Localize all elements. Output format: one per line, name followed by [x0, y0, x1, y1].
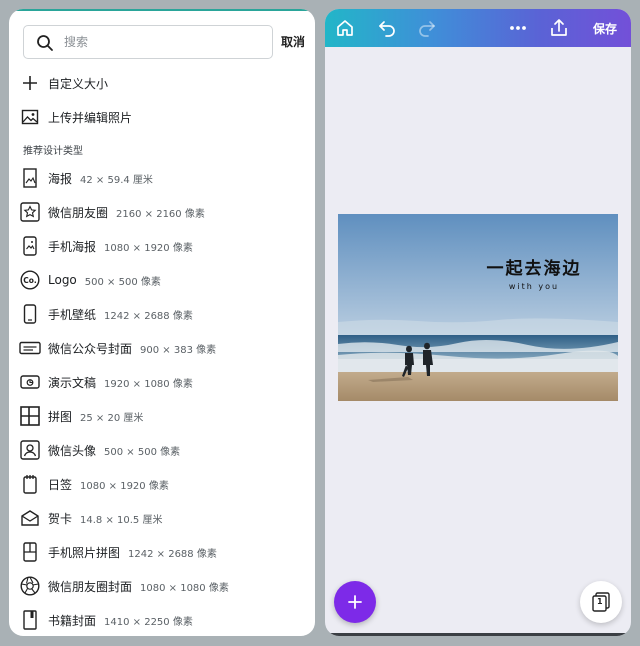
design-type-size: 500 × 500 像素 — [104, 446, 181, 458]
pages-button[interactable]: 1 — [580, 581, 622, 623]
image-upload-icon — [19, 106, 41, 128]
section-title: 推荐设计类型 — [23, 146, 83, 157]
avatar-frame-icon — [19, 439, 41, 461]
design-type-size: 1080 × 1920 像素 — [104, 242, 193, 254]
phone-collage-icon — [19, 541, 41, 563]
calendar-icon — [19, 473, 41, 495]
design-type-item[interactable]: 微信公众号封面 900 × 383 像素 — [19, 335, 216, 361]
save-button[interactable]: 保存 — [593, 20, 617, 37]
design-type-size: 1410 × 2250 像素 — [104, 616, 193, 628]
design-type-size: 2160 × 2160 像素 — [116, 208, 205, 220]
upload-photo-label: 上传并编辑照片 — [48, 110, 133, 125]
design-type-name: 手机照片拼图 — [48, 545, 121, 560]
search-box[interactable] — [23, 25, 273, 59]
canvas-title[interactable]: 一起去海边 — [478, 254, 590, 279]
book-icon — [19, 609, 41, 631]
design-type-size: 500 × 500 像素 — [84, 276, 161, 288]
phone-icon — [19, 303, 41, 325]
design-type-item[interactable]: 手机壁纸 1242 × 2688 像素 — [19, 301, 193, 327]
design-type-size: 1080 × 1080 像素 — [140, 582, 229, 594]
upload-photo-item[interactable]: 上传并编辑照片 — [19, 104, 132, 130]
redo-icon[interactable] — [415, 16, 439, 40]
canvas-design[interactable]: 一起去海边 with you — [338, 214, 618, 401]
design-type-name: 手机海报 — [48, 239, 97, 254]
design-type-item[interactable]: 微信朋友圈封面 1080 × 1080 像素 — [19, 573, 229, 599]
design-type-item[interactable]: 书籍封面 1410 × 2250 像素 — [19, 607, 193, 633]
star-frame-icon — [19, 201, 41, 223]
design-type-size: 42 × 59.4 厘米 — [80, 174, 153, 186]
search-icon — [37, 35, 53, 51]
design-type-item[interactable]: 拼图 25 × 20 厘米 — [19, 403, 143, 429]
design-type-item[interactable]: Co. Logo 500 × 500 像素 — [19, 267, 161, 293]
design-type-item[interactable]: 海报 42 × 59.4 厘米 — [19, 165, 153, 191]
design-type-size: 1242 × 2688 像素 — [104, 310, 193, 322]
canvas-subtitle[interactable]: with you — [478, 282, 590, 291]
search-input[interactable] — [64, 31, 264, 53]
poster-icon — [19, 167, 41, 189]
home-icon[interactable] — [333, 16, 357, 40]
bottom-divider — [325, 633, 631, 636]
design-type-name: Logo — [48, 273, 77, 287]
editor-toolbar: 保存 — [325, 9, 631, 47]
custom-size-item[interactable]: 自定义大小 — [19, 70, 108, 96]
beach-photo — [338, 214, 618, 401]
aperture-icon — [19, 575, 41, 597]
design-type-item[interactable]: 微信朋友圈 2160 × 2160 像素 — [19, 199, 205, 225]
design-type-name: 贺卡 — [48, 511, 73, 526]
undo-icon[interactable] — [375, 16, 399, 40]
design-type-name: 海报 — [48, 171, 73, 186]
design-type-name: 日签 — [48, 477, 73, 492]
design-type-name: 拼图 — [48, 409, 73, 424]
design-type-name: 手机壁纸 — [48, 307, 97, 322]
design-type-size: 25 × 20 厘米 — [80, 412, 144, 424]
editor-panel: 保存 一起去海边 with you 1 — [325, 9, 631, 636]
design-type-size: 1242 × 2688 像素 — [128, 548, 217, 560]
design-type-item[interactable]: 手机照片拼图 1242 × 2688 像素 — [19, 539, 217, 565]
design-type-size: 1920 × 1080 像素 — [104, 378, 193, 390]
phone-poster-icon — [19, 235, 41, 257]
design-type-size: 900 × 383 像素 — [140, 344, 217, 356]
design-type-item[interactable]: 贺卡 14.8 × 10.5 厘米 — [19, 505, 162, 531]
cancel-button[interactable]: 取消 — [281, 33, 305, 50]
design-type-item[interactable]: 手机海报 1080 × 1920 像素 — [19, 233, 193, 259]
collage-icon — [19, 405, 41, 427]
add-element-button[interactable] — [334, 581, 376, 623]
logo-co-icon: Co. — [19, 269, 41, 291]
top-accent-line — [9, 9, 315, 11]
design-type-item[interactable]: 微信头像 500 × 500 像素 — [19, 437, 180, 463]
design-type-picker: 取消 自定义大小 上传并编辑照片 推荐设计类型 海报 42 × 59.4 厘米 … — [9, 9, 315, 636]
design-type-size: 14.8 × 10.5 厘米 — [80, 514, 163, 526]
plus-icon — [348, 595, 362, 609]
more-icon[interactable] — [506, 16, 530, 40]
design-type-name: 微信朋友圈 — [48, 205, 109, 220]
envelope-icon — [19, 507, 41, 529]
banner-icon — [19, 337, 41, 359]
design-type-item[interactable]: 日签 1080 × 1920 像素 — [19, 471, 169, 497]
plus-icon — [19, 72, 41, 94]
design-type-size: 1080 × 1920 像素 — [80, 480, 169, 492]
design-type-name: 微信公众号封面 — [48, 341, 133, 356]
design-type-name: 微信头像 — [48, 443, 97, 458]
svg-text:Co.: Co. — [23, 276, 37, 285]
design-type-name: 演示文稿 — [48, 375, 97, 390]
page-count: 1 — [597, 597, 603, 606]
presentation-icon — [19, 371, 41, 393]
design-type-name: 微信朋友圈封面 — [48, 579, 133, 594]
share-icon[interactable] — [547, 16, 571, 40]
design-type-name: 书籍封面 — [48, 613, 97, 628]
design-type-item[interactable]: 演示文稿 1920 × 1080 像素 — [19, 369, 193, 395]
custom-size-label: 自定义大小 — [48, 76, 109, 91]
